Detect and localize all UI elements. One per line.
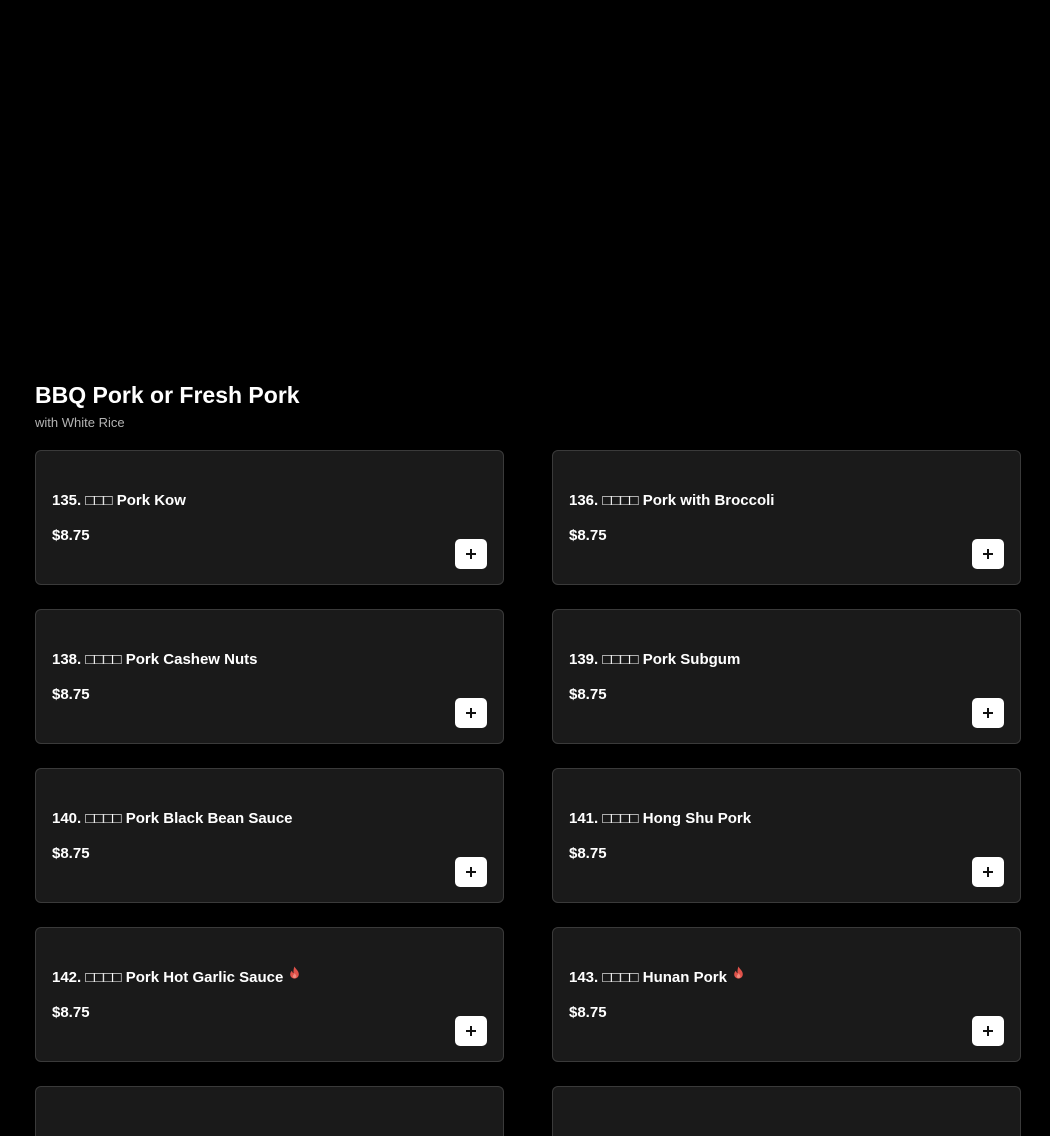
menu-item-card[interactable]: 138. □□□□ Pork Cashew Nuts $8.75 — [35, 609, 504, 744]
menu-item-card[interactable]: 135. □□□ Pork Kow $8.75 — [35, 450, 504, 585]
menu-item-card[interactable]: 139. □□□□ Pork Subgum $8.75 — [552, 609, 1021, 744]
add-to-cart-button[interactable] — [455, 539, 487, 569]
menu-item-card[interactable]: 140. □□□□ Pork Black Bean Sauce $8.75 — [35, 768, 504, 903]
add-to-cart-button[interactable] — [972, 698, 1004, 728]
fire-icon — [734, 966, 743, 979]
plus-icon — [983, 867, 993, 877]
menu-item-name: 139. □□□□ Pork Subgum — [569, 651, 741, 668]
menu-item-card[interactable] — [35, 1086, 504, 1136]
menu-item-card[interactable]: 143. □□□□ Hunan Pork $8.75 — [552, 927, 1021, 1062]
menu-item-card[interactable]: 142. □□□□ Pork Hot Garlic Sauce $8.75 — [35, 927, 504, 1062]
menu-item-card[interactable] — [552, 1086, 1021, 1136]
add-to-cart-button[interactable] — [972, 539, 1004, 569]
menu-item-name: 142. □□□□ Pork Hot Garlic Sauce — [52, 966, 300, 988]
menu-item-card[interactable]: 136. □□□□ Pork with Broccoli $8.75 — [552, 450, 1021, 585]
menu-item-price: $8.75 — [569, 845, 607, 862]
menu-item-name: 141. □□□□ Hong Shu Pork — [569, 810, 752, 827]
menu-items-grid: 135. □□□ Pork Kow $8.75 136. □□□□ Pork w… — [35, 450, 1021, 1136]
menu-item-name: 136. □□□□ Pork with Broccoli — [569, 492, 775, 509]
menu-item-name: 143. □□□□ Hunan Pork — [569, 966, 744, 988]
section-title: BBQ Pork or Fresh Pork — [35, 382, 300, 408]
add-to-cart-button[interactable] — [455, 1016, 487, 1046]
menu-item-price: $8.75 — [569, 527, 607, 544]
menu-item-name: 140. □□□□ Pork Black Bean Sauce — [52, 810, 293, 827]
menu-item-price: $8.75 — [569, 1004, 607, 1021]
menu-item-price: $8.75 — [52, 845, 90, 862]
add-to-cart-button[interactable] — [972, 857, 1004, 887]
plus-icon — [983, 549, 993, 559]
menu-item-card[interactable]: 141. □□□□ Hong Shu Pork $8.75 — [552, 768, 1021, 903]
plus-icon — [466, 708, 476, 718]
fire-icon — [290, 966, 300, 979]
section-subtitle: with White Rice — [35, 415, 125, 430]
menu-item-price: $8.75 — [569, 686, 607, 703]
plus-icon — [983, 1026, 993, 1036]
plus-icon — [983, 708, 993, 718]
menu-item-price: $8.75 — [52, 686, 90, 703]
menu-item-name: 138. □□□□ Pork Cashew Nuts — [52, 651, 258, 668]
menu-item-name: 135. □□□ Pork Kow — [52, 492, 186, 509]
menu-page: BBQ Pork or Fresh Pork with White Rice 1… — [0, 0, 1050, 1136]
plus-icon — [466, 867, 476, 877]
menu-item-price: $8.75 — [52, 527, 90, 544]
menu-item-price: $8.75 — [52, 1004, 90, 1021]
add-to-cart-button[interactable] — [972, 1016, 1004, 1046]
add-to-cart-button[interactable] — [455, 857, 487, 887]
plus-icon — [466, 549, 476, 559]
add-to-cart-button[interactable] — [455, 698, 487, 728]
section-header: BBQ Pork or Fresh Pork with White Rice — [35, 378, 300, 432]
plus-icon — [466, 1026, 476, 1036]
